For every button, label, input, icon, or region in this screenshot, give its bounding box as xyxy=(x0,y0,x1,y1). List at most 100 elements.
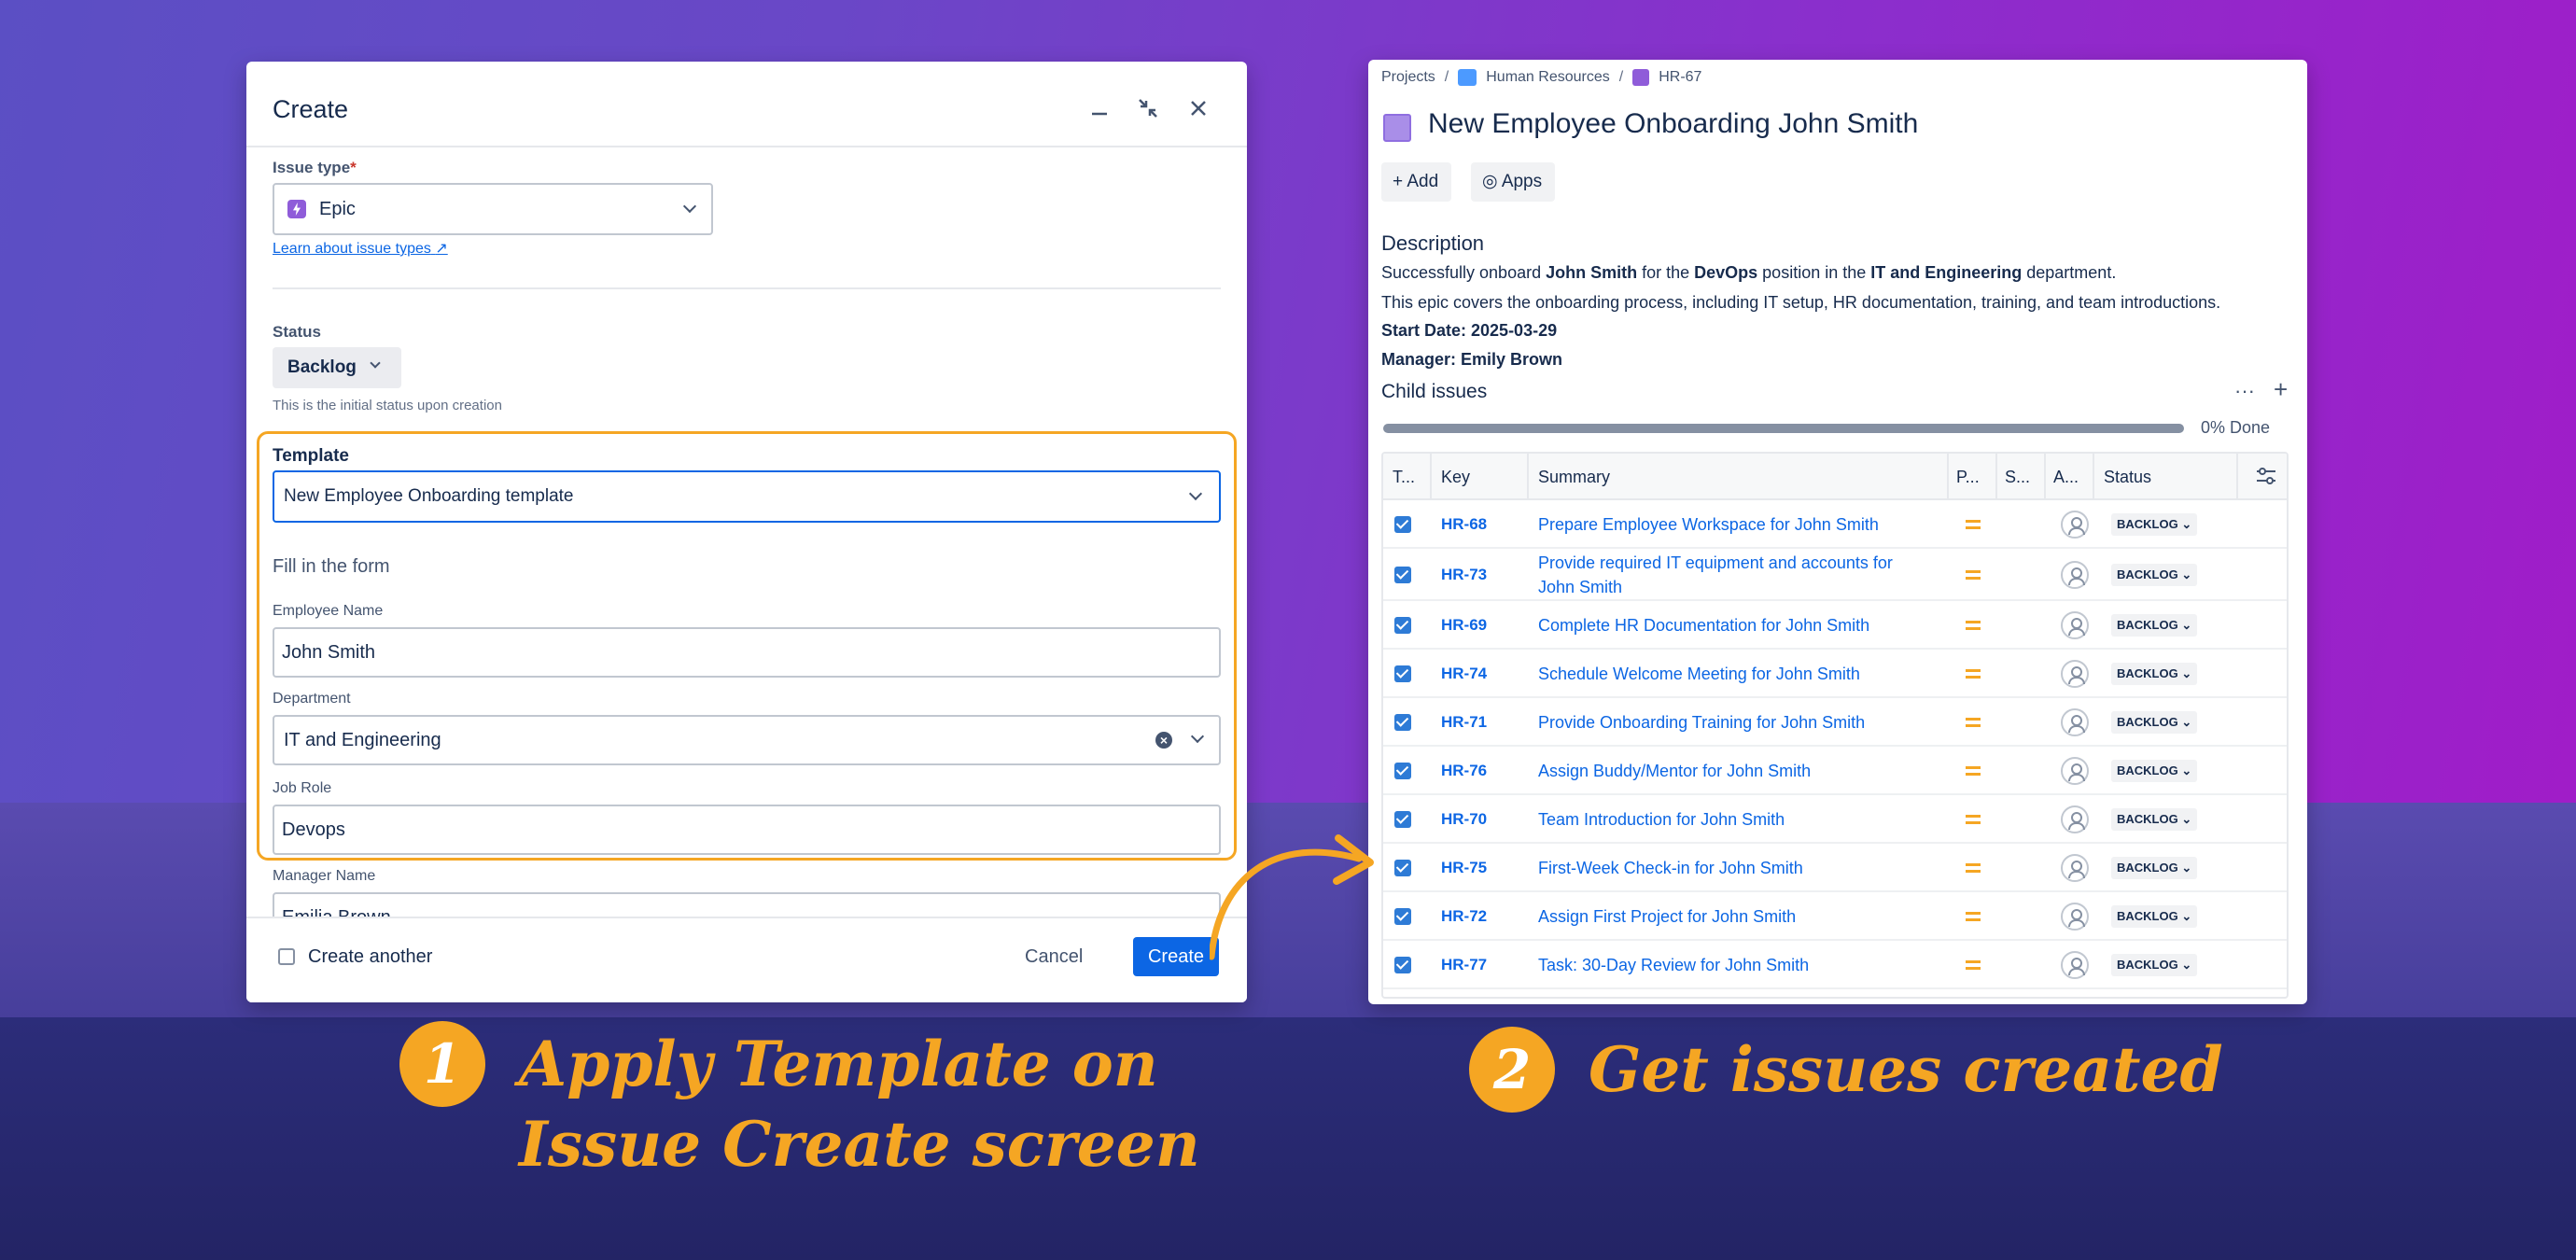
cancel-button[interactable]: Cancel xyxy=(1025,946,1083,968)
breadcrumb-issue[interactable]: HR-67 xyxy=(1659,69,1701,86)
employee-name-input[interactable]: John Smith xyxy=(273,627,1221,678)
status-text: BACKLOG xyxy=(2117,909,2178,923)
issue-key-link[interactable]: HR-68 xyxy=(1441,515,1487,534)
status-badge[interactable]: BACKLOG ⌄ xyxy=(2111,954,2198,976)
task-type-icon xyxy=(1394,516,1411,533)
col-type[interactable]: T... xyxy=(1393,468,1415,487)
issue-key-link[interactable]: HR-74 xyxy=(1441,665,1487,683)
issue-summary-link[interactable]: Complete HR Documentation for John Smith xyxy=(1538,613,1911,637)
template-select[interactable]: New Employee Onboarding template xyxy=(273,470,1221,523)
status-badge[interactable]: BACKLOG ⌄ xyxy=(2111,564,2198,586)
collapse-icon[interactable] xyxy=(1133,93,1163,123)
status-text: BACKLOG xyxy=(2117,666,2178,680)
col-status-short[interactable]: S... xyxy=(2005,468,2030,487)
clear-icon[interactable]: × xyxy=(1155,732,1172,749)
issue-summary-link[interactable]: Task: 30-Day Review for John Smith xyxy=(1538,953,1911,977)
unassigned-avatar-icon[interactable] xyxy=(2061,805,2089,833)
table-row[interactable]: HR-75 First-Week Check-in for John Smith B… xyxy=(1383,844,2287,892)
table-row[interactable]: HR-73 Provide required IT equipment and a… xyxy=(1383,549,2287,601)
breadcrumb-project[interactable]: Human Resources xyxy=(1486,69,1610,86)
status-badge[interactable]: BACKLOG ⌄ xyxy=(2111,614,2198,637)
status-text: BACKLOG xyxy=(2117,763,2178,777)
step-2-badge: 2 xyxy=(1469,1027,1555,1113)
table-row[interactable]: HR-70 Team Introduction for John Smith BAC… xyxy=(1383,795,2287,844)
department-select[interactable]: IT and Engineering × xyxy=(273,715,1221,765)
status-badge[interactable]: BACKLOG ⌄ xyxy=(2111,857,2198,879)
priority-medium-icon xyxy=(1966,718,1981,727)
unassigned-avatar-icon[interactable] xyxy=(2061,611,2089,639)
issue-key-link[interactable]: HR-75 xyxy=(1441,859,1487,877)
unassigned-avatar-icon[interactable] xyxy=(2061,561,2089,589)
issue-summary-link[interactable]: Prepare Employee Workspace for John Smit… xyxy=(1538,512,1911,537)
status-badge[interactable]: BACKLOG ⌄ xyxy=(2111,760,2198,782)
issue-summary-link[interactable]: First-Week Check-in for John Smith xyxy=(1538,856,1911,880)
status-badge[interactable]: BACKLOG ⌄ xyxy=(2111,711,2198,734)
table-row[interactable]: HR-68 Prepare Employee Workspace for John… xyxy=(1383,500,2287,549)
status-badge[interactable]: BACKLOG ⌄ xyxy=(2111,905,2198,928)
create-button[interactable]: Create xyxy=(1133,937,1219,976)
issue-key-link[interactable]: HR-71 xyxy=(1441,713,1487,732)
status-badge[interactable]: BACKLOG ⌄ xyxy=(2111,513,2198,536)
unassigned-avatar-icon[interactable] xyxy=(2061,757,2089,785)
table-row[interactable]: HR-72 Assign First Project for John Smith… xyxy=(1383,892,2287,941)
column-settings-icon[interactable] xyxy=(2255,465,2277,492)
status-text: BACKLOG xyxy=(2117,567,2178,581)
apps-button[interactable]: ◎ Apps xyxy=(1471,162,1556,202)
status-badge[interactable]: BACKLOG ⌄ xyxy=(2111,808,2198,831)
col-priority[interactable]: P... xyxy=(1956,468,1980,487)
col-assignee[interactable]: A... xyxy=(2053,468,2079,487)
col-status[interactable]: Status xyxy=(2104,468,2151,487)
employee-name-value: John Smith xyxy=(282,642,376,663)
issue-summary-link[interactable]: Schedule Welcome Meeting for John Smith xyxy=(1538,662,1911,686)
priority-medium-icon xyxy=(1966,570,1981,580)
description-heading: Description xyxy=(1381,231,1485,255)
table-row[interactable]: HR-71 Provide Onboarding Training for Joh… xyxy=(1383,698,2287,747)
chevron-down-icon: ⌄ xyxy=(2177,958,2192,972)
issue-summary-link[interactable]: Assign Buddy/Mentor for John Smith xyxy=(1538,759,1911,783)
issue-key-link[interactable]: HR-76 xyxy=(1441,762,1487,780)
epic-icon xyxy=(287,200,306,218)
unassigned-avatar-icon[interactable] xyxy=(2061,511,2089,539)
unassigned-avatar-icon[interactable] xyxy=(2061,903,2089,931)
issue-type-select[interactable]: Epic xyxy=(273,183,713,235)
table-row[interactable]: HR-76 Assign Buddy/Mentor for John Smith B… xyxy=(1383,747,2287,795)
issue-title[interactable]: New Employee Onboarding John Smith xyxy=(1428,108,1918,140)
issue-type-label: Issue type* xyxy=(273,159,357,176)
status-dropdown[interactable]: Backlog xyxy=(273,347,401,388)
add-button[interactable]: + Add xyxy=(1381,162,1452,202)
create-another-checkbox[interactable] xyxy=(278,948,295,965)
col-key[interactable]: Key xyxy=(1441,468,1470,487)
issue-key-link[interactable]: HR-70 xyxy=(1441,810,1487,829)
breadcrumb-projects[interactable]: Projects xyxy=(1381,69,1435,86)
table-row[interactable]: HR-74 Schedule Welcome Meeting for John S… xyxy=(1383,650,2287,698)
more-icon[interactable]: ··· xyxy=(2234,379,2255,403)
issue-key-link[interactable]: HR-77 xyxy=(1441,956,1487,974)
table-row[interactable]: HR-69 Complete HR Documentation for John … xyxy=(1383,601,2287,650)
issue-key-link[interactable]: HR-72 xyxy=(1441,907,1487,926)
template-label: Template xyxy=(273,446,350,466)
col-summary[interactable]: Summary xyxy=(1538,468,1610,487)
issue-summary-link[interactable]: Assign First Project for John Smith xyxy=(1538,904,1911,929)
status-text: BACKLOG xyxy=(2117,517,2178,531)
fill-form-heading: Fill in the form xyxy=(273,556,390,577)
issue-summary-link[interactable]: Team Introduction for John Smith xyxy=(1538,807,1911,832)
issue-key-link[interactable]: HR-73 xyxy=(1441,566,1487,584)
status-badge[interactable]: BACKLOG ⌄ xyxy=(2111,663,2198,685)
issue-summary-link[interactable]: Provide required IT equipment and accoun… xyxy=(1538,551,1911,599)
priority-medium-icon xyxy=(1966,520,1981,529)
job-role-input[interactable]: Devops xyxy=(273,805,1221,855)
issue-key-link[interactable]: HR-69 xyxy=(1441,616,1487,635)
table-row[interactable]: HR-77 Task: 30-Day Review for John Smith B… xyxy=(1383,941,2287,989)
task-type-icon xyxy=(1394,908,1411,925)
learn-issue-types-link[interactable]: Learn about issue types ↗ xyxy=(273,239,448,258)
issue-summary-link[interactable]: Provide Onboarding Training for John Smi… xyxy=(1538,710,1911,735)
template-value: New Employee Onboarding template xyxy=(284,486,574,506)
unassigned-avatar-icon[interactable] xyxy=(2061,854,2089,882)
unassigned-avatar-icon[interactable] xyxy=(2061,708,2089,736)
plus-icon[interactable]: + xyxy=(2274,375,2288,404)
department-label: Department xyxy=(273,691,351,707)
unassigned-avatar-icon[interactable] xyxy=(2061,660,2089,688)
unassigned-avatar-icon[interactable] xyxy=(2061,951,2089,979)
close-icon[interactable] xyxy=(1183,93,1213,123)
minimize-icon[interactable] xyxy=(1085,93,1114,123)
